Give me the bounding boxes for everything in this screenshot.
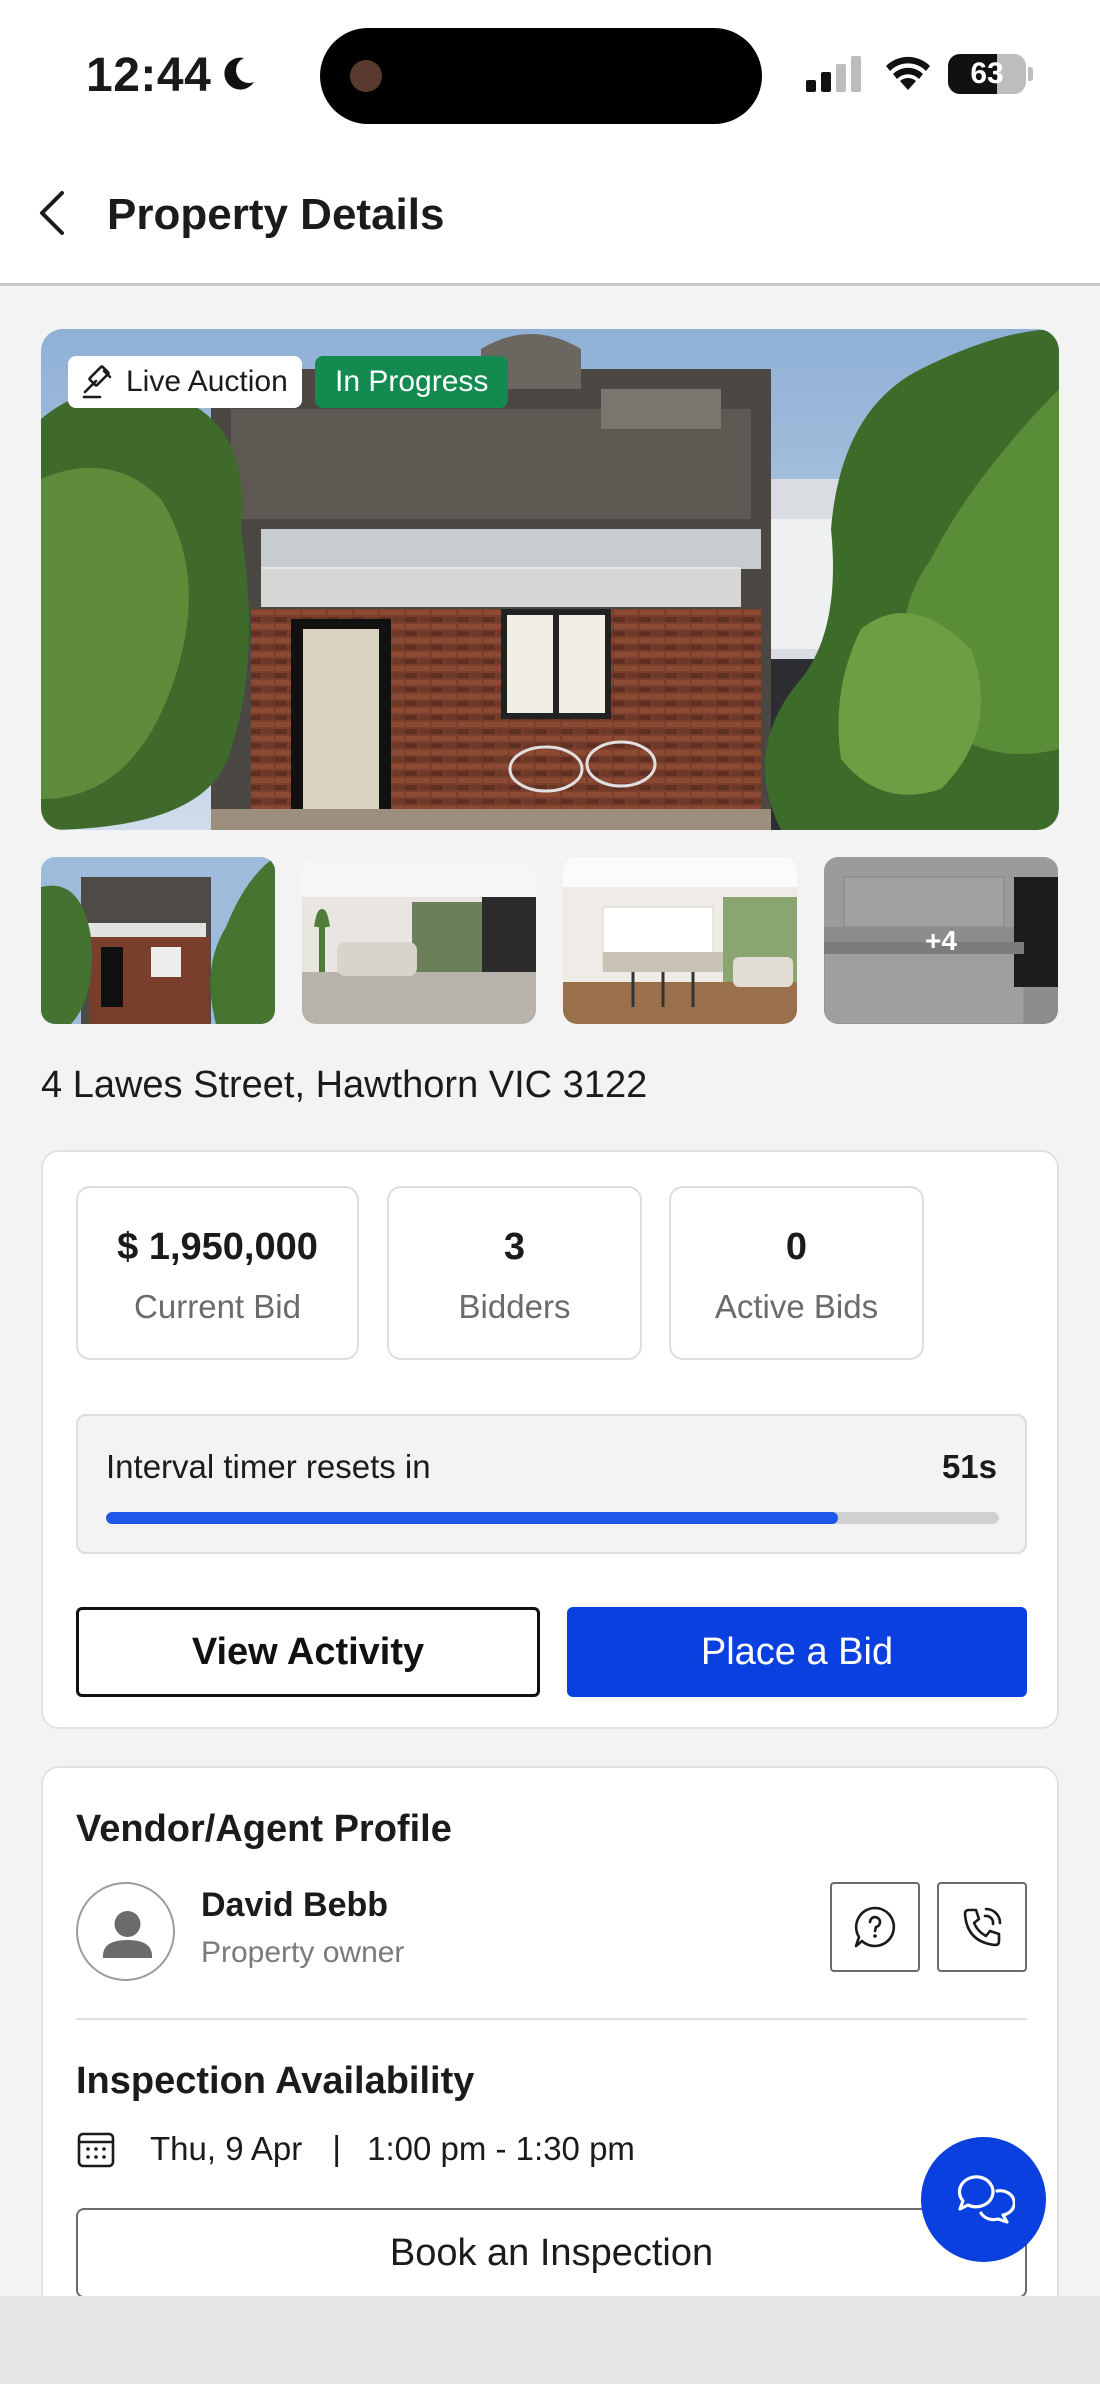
in-progress-badge: In Progress <box>315 356 509 408</box>
timer-progress-fill <box>106 1512 839 1524</box>
vendor-role: Property owner <box>201 1936 405 1969</box>
bidders-stat: 3 Bidders <box>387 1186 642 1360</box>
timer-label: Interval timer resets in <box>106 1448 431 1485</box>
chat-bubbles-icon <box>957 2174 1015 2224</box>
inspection-slot: Thu, 9 Apr | 1:00 pm - 1:30 pm <box>76 2124 635 2174</box>
current-bid-value: $ 1,950,000 <box>117 1226 318 1268</box>
moon-icon <box>224 57 254 90</box>
thumbnail-kitchen[interactable] <box>563 857 797 1024</box>
battery-indicator: 63 <box>948 54 1033 94</box>
cellular-signal-icon <box>806 56 861 92</box>
phone-call-icon <box>963 1907 1002 1947</box>
thumbnail-exterior[interactable] <box>41 857 275 1024</box>
live-auction-badge: Live Auction <box>68 356 302 408</box>
bidders-label: Bidders <box>458 1288 571 1325</box>
calendar-icon <box>77 2132 115 2168</box>
live-auction-label: Live Auction <box>126 365 288 398</box>
active-bids-label: Active Bids <box>714 1288 879 1325</box>
book-inspection-button[interactable]: Book an Inspection <box>76 2208 1027 2298</box>
gallery-thumbnails: +4 <box>41 857 1059 1024</box>
thumbnail-more-photos[interactable]: +4 <box>824 857 1058 1024</box>
chat-question-icon <box>854 1906 896 1948</box>
back-arrow-icon[interactable] <box>34 190 70 236</box>
vendor-card: Vendor/Agent Profile David Bebb Property… <box>41 1766 1059 2384</box>
section-divider <box>76 2018 1027 2020</box>
active-bids-stat: 0 Active Bids <box>669 1186 924 1360</box>
inspection-separator: | <box>332 2129 342 2168</box>
place-bid-button[interactable]: Place a Bid <box>567 1607 1027 1697</box>
call-vendor-button[interactable] <box>937 1882 1027 1972</box>
status-bar: 12:44 63 <box>0 0 1100 140</box>
dynamic-island <box>320 28 762 124</box>
auction-card: $ 1,950,000 Current Bid 3 Bidders 0 Acti… <box>41 1150 1059 1729</box>
gavel-icon <box>82 365 112 399</box>
vendor-section-title: Vendor/Agent Profile <box>76 1808 452 1850</box>
chat-support-button[interactable] <box>921 2137 1046 2262</box>
interval-timer: Interval timer resets in 51s <box>76 1414 1027 1554</box>
camera-dot <box>350 60 382 92</box>
avatar <box>76 1882 175 1981</box>
current-bid-stat: $ 1,950,000 Current Bid <box>76 1186 359 1360</box>
page-title: Property Details <box>107 190 445 239</box>
status-time: 12:44 <box>86 49 212 102</box>
wifi-icon <box>886 56 930 90</box>
battery-percentage: 63 <box>970 57 1004 90</box>
active-bids-value: 0 <box>785 1226 808 1268</box>
inspection-date: Thu, 9 Apr <box>150 2130 303 2167</box>
top-nav-bar: Property Details <box>0 140 1100 286</box>
user-avatar-icon <box>103 1911 152 1958</box>
inspection-time: 1:00 pm - 1:30 pm <box>367 2130 635 2167</box>
timer-progress-track <box>106 1512 999 1524</box>
timer-countdown: 51s <box>941 1448 997 1485</box>
bottom-safe-area <box>0 2296 1100 2384</box>
inspection-title: Inspection Availability <box>76 2060 475 2102</box>
bidders-value: 3 <box>503 1226 526 1268</box>
view-activity-button[interactable]: View Activity <box>76 1607 540 1697</box>
property-address: 4 Lawes Street, Hawthorn VIC 3122 <box>41 1064 648 1106</box>
more-photos-count: +4 <box>824 857 1058 1024</box>
current-bid-label: Current Bid <box>134 1288 301 1325</box>
thumbnail-living-room[interactable] <box>302 857 536 1024</box>
message-vendor-button[interactable] <box>830 1882 920 1972</box>
vendor-name: David Bebb <box>201 1886 389 1924</box>
